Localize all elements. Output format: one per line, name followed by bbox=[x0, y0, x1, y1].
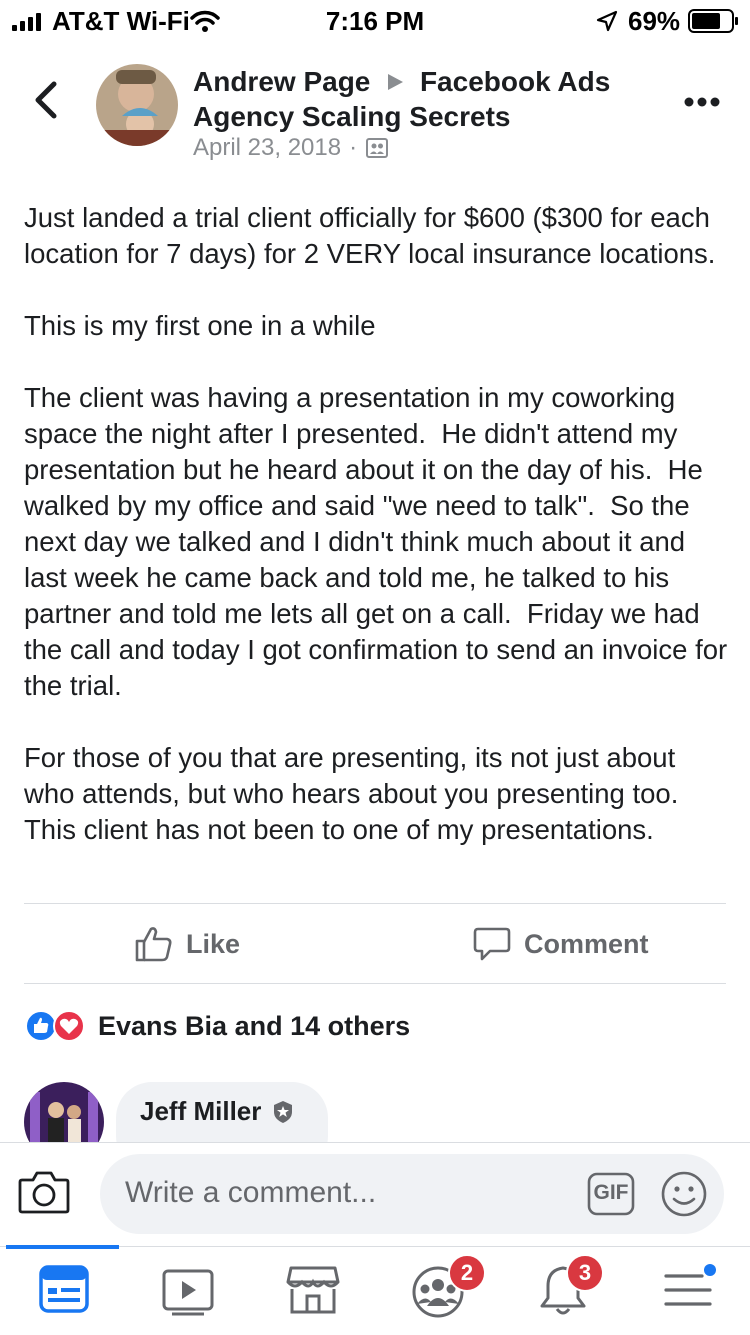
comment-label: Comment bbox=[524, 928, 649, 959]
post-body: Just landed a trial client officially fo… bbox=[24, 202, 728, 845]
menu-dot-indicator bbox=[704, 1264, 716, 1276]
like-label: Like bbox=[186, 928, 241, 959]
marketplace-icon[interactable] bbox=[283, 1262, 343, 1318]
menu-hamburger-icon[interactable] bbox=[658, 1262, 718, 1318]
watch-icon[interactable] bbox=[158, 1262, 218, 1318]
tab-bar bbox=[0, 1246, 750, 1335]
thumbs-up-icon bbox=[135, 927, 172, 962]
meta-separator: · bbox=[349, 134, 358, 161]
play-triangle-icon bbox=[388, 74, 404, 90]
groups-badge: 2 bbox=[448, 1254, 486, 1292]
gif-label: GIF bbox=[593, 1181, 629, 1204]
gif-button[interactable]: GIF bbox=[587, 1172, 635, 1216]
active-tab-indicator bbox=[6, 1245, 119, 1249]
camera-icon[interactable] bbox=[18, 1168, 70, 1216]
comment-placeholder: Write a comment... bbox=[125, 1176, 377, 1209]
location-arrow-icon bbox=[596, 10, 618, 32]
reaction-icons bbox=[25, 1010, 85, 1042]
status-bar: AT&T Wi-Fi 7:16 PM 69% bbox=[0, 0, 750, 42]
emoji-icon[interactable] bbox=[660, 1170, 708, 1218]
comment-author[interactable]: Jeff Miller bbox=[140, 1096, 295, 1127]
comment-button[interactable]: Comment bbox=[472, 924, 649, 964]
back-icon[interactable] bbox=[30, 80, 64, 120]
reactions-count: Evans Bia and 14 others bbox=[98, 1010, 411, 1041]
group-members-icon bbox=[366, 138, 389, 158]
comment-bubble-icon bbox=[473, 927, 511, 961]
battery-percent: 69% bbox=[628, 6, 681, 36]
author-avatar[interactable] bbox=[96, 64, 178, 146]
like-button[interactable]: Like bbox=[134, 924, 240, 964]
divider bbox=[24, 903, 726, 904]
author-name[interactable]: Andrew Page bbox=[193, 66, 370, 97]
reactions-summary[interactable]: Evans Bia and 14 others bbox=[24, 1008, 410, 1044]
post-meta: April 23, 2018 · bbox=[193, 134, 389, 162]
news-feed-icon[interactable] bbox=[34, 1262, 94, 1318]
post-date[interactable]: April 23, 2018 bbox=[193, 134, 341, 162]
notifications-badge: 3 bbox=[566, 1254, 604, 1292]
battery-icon bbox=[688, 9, 738, 33]
divider bbox=[24, 983, 726, 984]
author-avatar-image bbox=[96, 64, 178, 146]
more-options-icon[interactable] bbox=[684, 96, 720, 108]
admin-badge-icon bbox=[274, 1100, 293, 1123]
post-header-title: Andrew Page Facebook Ads Agency Scaling … bbox=[193, 64, 653, 134]
comment-author-name: Jeff Miller bbox=[140, 1096, 262, 1126]
